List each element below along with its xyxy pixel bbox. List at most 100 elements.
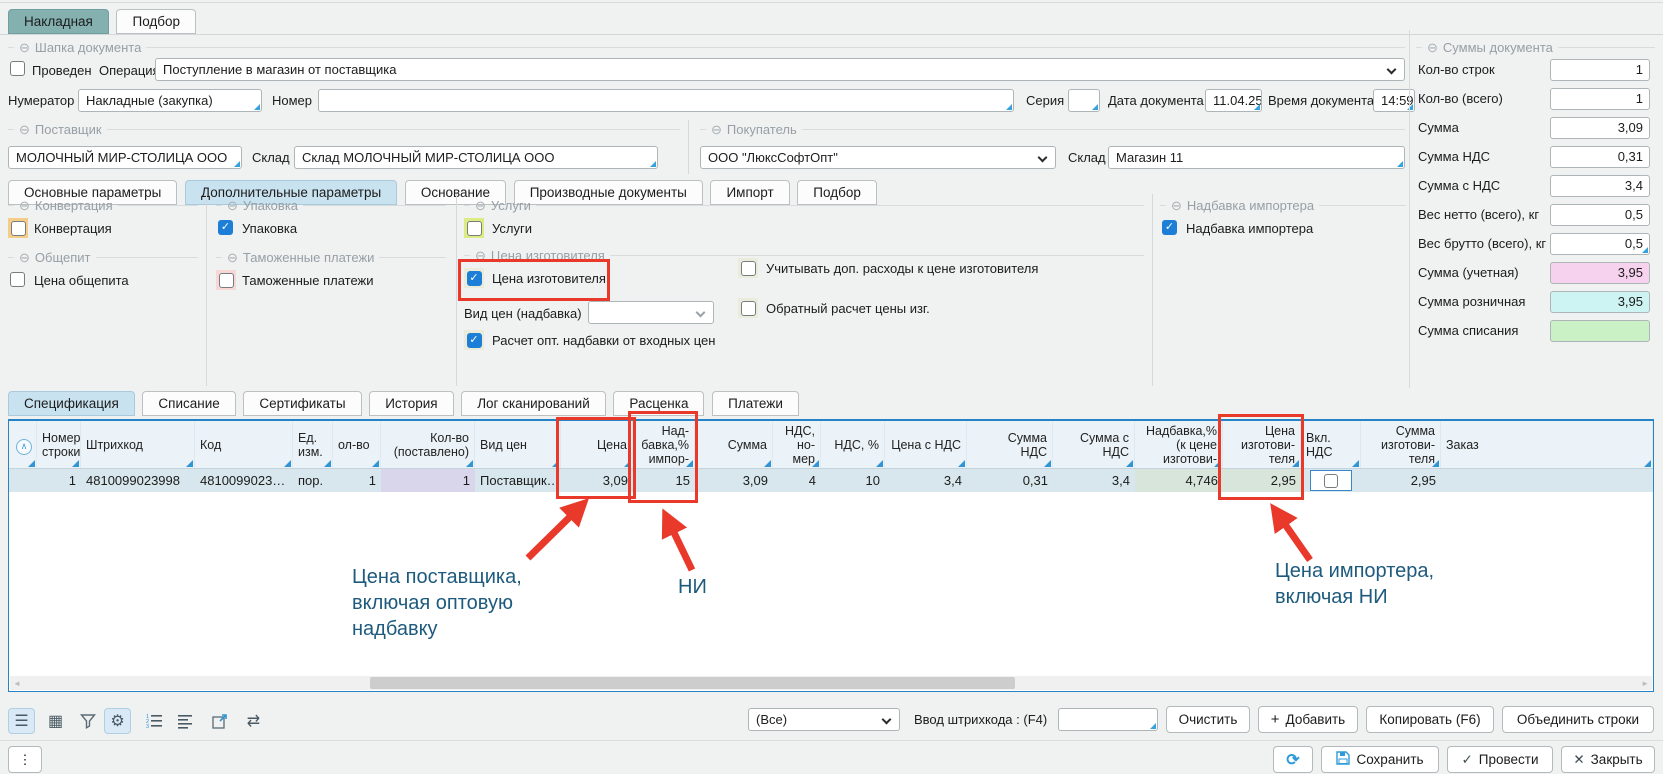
col-header[interactable]: Штрихкод xyxy=(81,421,195,468)
align-list-icon[interactable] xyxy=(172,708,199,734)
supplier-warehouse-field[interactable]: Склад МОЛОЧНЫЙ МИР-СТОЛИЦА ООО xyxy=(294,146,658,169)
extra-costs-chec kbox[interactable] xyxy=(738,258,758,278)
refresh-button[interactable]: ⟳ xyxy=(1273,746,1313,773)
cell-vat-number[interactable]: 4 xyxy=(773,469,821,492)
conversion-checkbox[interactable] xyxy=(8,218,28,238)
doc-date-field[interactable]: 11.04.25 xyxy=(1205,89,1262,112)
price-type-select[interactable] xyxy=(588,301,714,324)
col-header[interactable]: Код xyxy=(195,421,293,468)
collapse-rows-icon[interactable]: ∧ xyxy=(16,439,32,455)
opt-markup-checkbox[interactable] xyxy=(464,330,484,350)
tab-specification[interactable]: Спецификация xyxy=(8,391,135,416)
cell-vat-sum[interactable]: 0,31 xyxy=(967,469,1053,492)
cell-code[interactable]: 4810099023… xyxy=(195,469,293,492)
add-button[interactable]: + Добавить xyxy=(1258,706,1358,733)
col-header[interactable]: Сумма НДС xyxy=(967,421,1053,468)
save-button[interactable]: Сохранить xyxy=(1321,746,1439,773)
customs-checkbox[interactable] xyxy=(216,270,236,290)
more-menu-button[interactable]: ⋮ xyxy=(8,746,42,773)
tab-writeoff[interactable]: Списание xyxy=(142,391,235,416)
tab-payments[interactable]: Платежи xyxy=(712,391,799,416)
collapse-icon[interactable]: ⊖ xyxy=(19,251,30,264)
col-header[interactable]: НДС, но- мер xyxy=(773,421,821,468)
collapse-icon[interactable]: ⊖ xyxy=(19,123,30,136)
cell-sum-with-vat[interactable]: 3,4 xyxy=(1053,469,1135,492)
collapse-icon[interactable]: ⊖ xyxy=(475,199,486,212)
view-list-icon[interactable]: ☰ xyxy=(8,708,35,734)
cell-vat-pct[interactable]: 10 xyxy=(821,469,885,492)
collapse-rows-header[interactable]: ∧ xyxy=(9,421,37,468)
series-field[interactable] xyxy=(1068,89,1100,112)
col-header[interactable]: Вид цен xyxy=(475,421,561,468)
numerator-field[interactable]: Накладные (закупка) xyxy=(78,89,262,112)
cell-price-with-vat[interactable]: 3,4 xyxy=(885,469,967,492)
buyer-select[interactable]: ООО "ЛюксСофтОпт" xyxy=(700,146,1056,169)
collapse-icon[interactable]: ⊖ xyxy=(19,41,30,54)
tab-certificates[interactable]: Сертификаты xyxy=(243,391,361,416)
cell-sum[interactable]: 3,09 xyxy=(695,469,773,492)
col-header[interactable]: Номер строки xyxy=(37,421,81,468)
cell-price-type[interactable]: Поставщик… xyxy=(475,469,561,492)
cell-order[interactable] xyxy=(1441,469,1653,492)
cell-vat-included[interactable] xyxy=(1301,469,1361,492)
row-filter-select[interactable]: (Все) xyxy=(748,708,900,731)
tab-history[interactable]: История xyxy=(369,391,453,416)
horizontal-scrollbar[interactable]: ◄ ► xyxy=(10,676,1652,690)
services-checkbox[interactable] xyxy=(464,218,484,238)
buyer-warehouse-field[interactable]: Магазин 11 xyxy=(1108,146,1405,169)
scrollbar-thumb[interactable] xyxy=(370,677,1015,689)
barcode-input[interactable] xyxy=(1058,708,1158,731)
collapse-icon[interactable]: ⊖ xyxy=(19,199,30,212)
col-header[interactable]: Заказ xyxy=(1441,421,1653,468)
collapse-icon[interactable]: ⊖ xyxy=(227,199,238,212)
cell-qty-delivered[interactable]: 1 xyxy=(381,469,475,492)
col-header[interactable]: Надбавка,% (к цене изготови- xyxy=(1135,421,1223,468)
open-external-icon[interactable] xyxy=(206,708,233,734)
tab-selection[interactable]: Подбор xyxy=(116,9,196,34)
col-header[interactable]: Сумма с НДС xyxy=(1053,421,1135,468)
grid-view-icon[interactable]: ▦ xyxy=(42,708,69,734)
cell-barcode[interactable]: 4810099023998 xyxy=(81,469,195,492)
copy-button[interactable]: Копировать (F6) xyxy=(1366,706,1494,733)
col-header[interactable]: Кол-во (поставлено) xyxy=(381,421,475,468)
tab-scan-log[interactable]: Лог сканирований xyxy=(461,391,606,416)
cell-manufacturer-sum[interactable]: 2,95 xyxy=(1361,469,1441,492)
col-header[interactable]: Цена с НДС xyxy=(885,421,967,468)
col-header[interactable]: Вкл. НДС xyxy=(1301,421,1361,468)
col-header[interactable]: Сумма xyxy=(695,421,773,468)
tab-invoice[interactable]: Накладная xyxy=(8,9,109,34)
settings-gear-icon[interactable]: ⚙ xyxy=(104,708,131,734)
swap-refresh-icon[interactable]: ⇄ xyxy=(240,708,267,734)
number-field[interactable] xyxy=(318,89,1014,112)
cell-line-number[interactable]: 1 xyxy=(37,469,81,492)
cell-markup-to-manufacturer[interactable]: 4,746 xyxy=(1135,469,1223,492)
operation-select[interactable]: Поступление в магазин от поставщика xyxy=(155,58,1405,81)
cell-qty[interactable]: 1 xyxy=(333,469,381,492)
col-header[interactable]: ол-во xyxy=(333,421,381,468)
sum-row-value[interactable]: 0,5 xyxy=(1550,233,1650,255)
collapse-icon[interactable]: ⊖ xyxy=(1427,41,1438,54)
clear-button[interactable]: Очистить xyxy=(1166,706,1250,733)
col-header[interactable]: НДС, % xyxy=(821,421,885,468)
numbered-list-icon[interactable]: 123 xyxy=(140,708,167,734)
col-header[interactable]: Сумма изготови- теля xyxy=(1361,421,1441,468)
scroll-right-icon[interactable]: ► xyxy=(1641,679,1649,688)
packaging-checkbox[interactable] xyxy=(218,220,233,235)
close-button[interactable]: ✕ Закрыть xyxy=(1561,746,1655,773)
collapse-icon[interactable]: ⊖ xyxy=(227,251,238,264)
vat-included-checkbox[interactable] xyxy=(1324,474,1338,488)
collapse-icon[interactable]: ⊖ xyxy=(711,123,722,136)
table-row[interactable]: 1 4810099023998 4810099023… пор. 1 1 Пос… xyxy=(9,469,1653,492)
collapse-icon[interactable]: ⊖ xyxy=(1171,199,1182,212)
reverse-calc-checkbox[interactable] xyxy=(738,298,758,318)
scroll-left-icon[interactable]: ◄ xyxy=(13,679,21,688)
catering-price-checkbox[interactable] xyxy=(10,272,25,287)
col-header[interactable]: Ед. изм. xyxy=(293,421,333,468)
cell-unit[interactable]: пор. xyxy=(293,469,333,492)
post-button[interactable]: ✓ Провести xyxy=(1447,746,1553,773)
importer-markup-checkbox[interactable] xyxy=(1162,220,1177,235)
filter-icon[interactable] xyxy=(74,708,101,734)
supplier-field[interactable]: МОЛОЧНЫЙ МИР-СТОЛИЦА ООО xyxy=(8,146,242,169)
posted-checkbox[interactable] xyxy=(10,61,25,76)
merge-rows-button[interactable]: Объединить строки xyxy=(1502,706,1654,733)
